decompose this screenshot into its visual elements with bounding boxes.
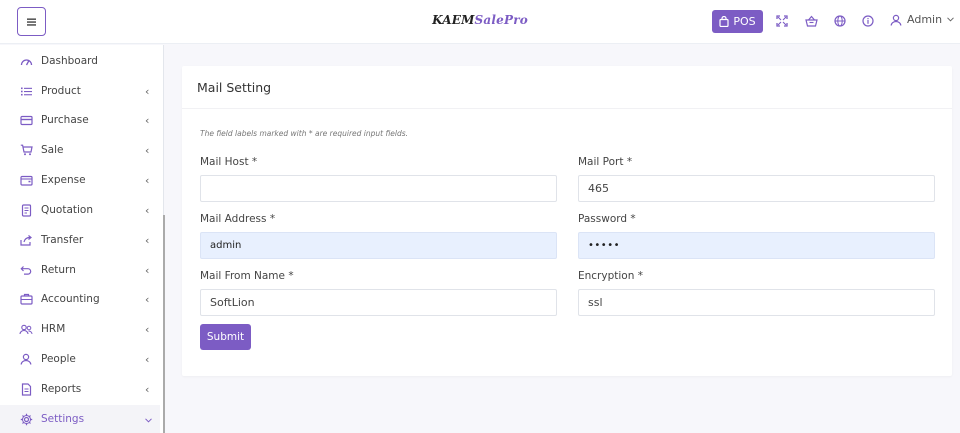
chevron-left-icon: ‹ [145, 233, 150, 247]
chevron-left-icon: ‹ [145, 263, 150, 277]
report-icon [19, 382, 33, 396]
admin-menu[interactable]: Admin [890, 13, 954, 26]
mail-port-label: Mail Port * [578, 156, 633, 168]
shopping-bag-icon [719, 16, 729, 27]
admin-label: Admin [907, 13, 943, 26]
mail-address-input[interactable]: admin [200, 232, 557, 259]
chevron-down-icon [145, 413, 152, 426]
sidebar-item-label: Expense [41, 174, 86, 186]
sidebar-item-settings[interactable]: Settings [0, 405, 160, 433]
expand-icon [776, 15, 788, 27]
sidebar-item-label: Return [41, 264, 76, 276]
help-button[interactable] [861, 14, 875, 28]
mail-host-label: Mail Host * [200, 156, 258, 168]
sidebar-item-quotation[interactable]: Quotation ‹ [0, 196, 160, 224]
chevron-left-icon: ‹ [145, 352, 150, 366]
chevron-left-icon: ‹ [145, 113, 150, 127]
sidebar-item-label: Quotation [41, 204, 94, 216]
pos-button[interactable]: POS [712, 10, 763, 33]
sidebar-item-label: Product [41, 85, 81, 97]
language-button[interactable] [833, 14, 847, 28]
globe-icon [834, 15, 846, 27]
card-icon [19, 113, 33, 127]
info-icon [862, 15, 874, 27]
brand-part-2: SalePro [474, 13, 528, 27]
card-divider [182, 108, 952, 109]
wallet-icon [19, 173, 33, 187]
user-icon [890, 14, 902, 26]
encryption-label: Encryption * [578, 270, 643, 282]
mail-from-name-label: Mail From Name * [200, 270, 294, 282]
chevron-left-icon: ‹ [145, 203, 150, 217]
person-icon [19, 352, 33, 366]
sidebar-item-people[interactable]: People ‹ [0, 345, 160, 373]
password-input[interactable]: ••••• [578, 232, 935, 259]
sidebar-item-label: People [41, 353, 76, 365]
mail-address-label: Mail Address * [200, 213, 276, 225]
top-header: KAEMSalePro POS Admin [0, 0, 960, 44]
sidebar-item-product[interactable]: Product ‹ [0, 77, 160, 105]
sidebar-item-label: Transfer [41, 234, 84, 246]
mail-from-name-input[interactable]: SoftLion [200, 289, 557, 316]
chevron-left-icon: ‹ [145, 173, 150, 187]
fullscreen-button[interactable] [775, 14, 789, 28]
sidebar-item-label: Purchase [41, 114, 89, 126]
sidebar-item-label: Settings [41, 413, 85, 425]
sidebar-item-label: Accounting [41, 293, 100, 305]
sidebar-item-expense[interactable]: Expense ‹ [0, 166, 160, 194]
gear-icon [19, 412, 33, 426]
sidebar-item-label: Reports [41, 383, 82, 395]
sidebar-item-accounting[interactable]: Accounting ‹ [0, 285, 160, 313]
basket-icon [804, 15, 818, 27]
chevron-left-icon: ‹ [145, 292, 150, 306]
chevron-left-icon: ‹ [145, 84, 150, 98]
sidebar-item-sale[interactable]: Sale ‹ [0, 136, 160, 164]
encryption-input[interactable]: ssl [578, 289, 935, 316]
password-label: Password * [578, 213, 636, 225]
mail-port-input[interactable]: 465 [578, 175, 935, 202]
sidebar-item-label: Sale [41, 144, 64, 156]
chevron-left-icon: ‹ [145, 382, 150, 396]
submit-button[interactable]: Submit [200, 324, 251, 350]
sidebar-item-label: HRM [41, 323, 66, 335]
brand-part-1: KAEM [432, 13, 475, 27]
required-fields-note: The field labels marked with * are requi… [200, 129, 409, 138]
mail-host-input[interactable] [200, 175, 557, 202]
speedometer-icon [19, 54, 33, 68]
sidebar-item-purchase[interactable]: Purchase ‹ [0, 106, 160, 134]
page-title: Mail Setting [197, 80, 272, 95]
chevron-left-icon: ‹ [145, 143, 150, 157]
list-icon [19, 84, 33, 98]
chevron-left-icon: ‹ [145, 322, 150, 336]
cart-icon [19, 143, 33, 157]
pos-button-label: POS [733, 15, 756, 28]
basket-button[interactable] [804, 14, 818, 28]
briefcase-icon [19, 292, 33, 306]
sidebar: Dashboard Product ‹ Purchase ‹ Sale ‹ Ex… [0, 45, 165, 433]
users-icon [19, 322, 33, 336]
sidebar-item-dashboard[interactable]: Dashboard [0, 47, 160, 75]
chevron-down-icon [947, 17, 954, 22]
mail-setting-card: Mail Setting The field labels marked wit… [182, 66, 952, 376]
document-icon [19, 203, 33, 217]
sidebar-item-reports[interactable]: Reports ‹ [0, 375, 160, 403]
sidebar-item-label: Dashboard [41, 55, 98, 67]
return-icon [19, 263, 33, 277]
sidebar-item-return[interactable]: Return ‹ [0, 256, 160, 284]
share-icon [19, 233, 33, 247]
sidebar-item-hrm[interactable]: HRM ‹ [0, 315, 160, 343]
sidebar-item-transfer[interactable]: Transfer ‹ [0, 226, 160, 254]
